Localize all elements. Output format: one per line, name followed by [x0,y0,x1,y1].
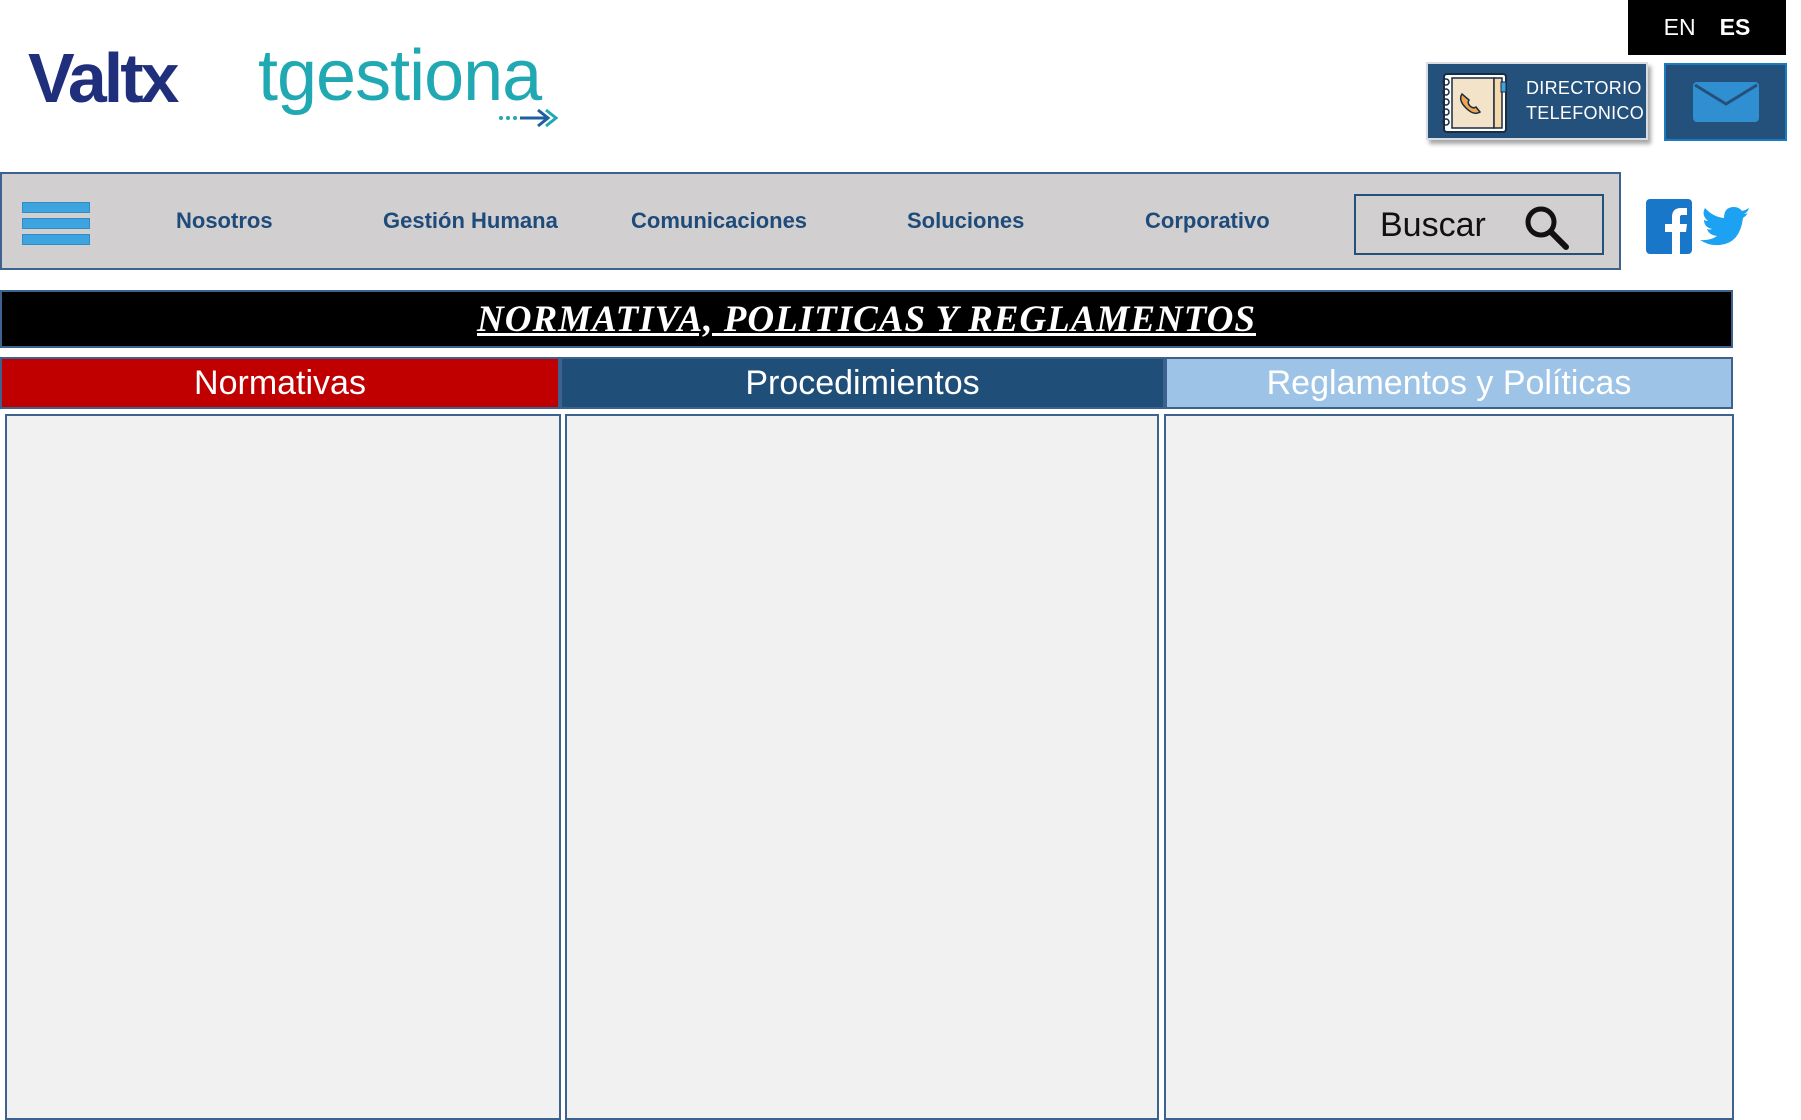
tab-normativas[interactable]: Normativas [0,357,560,409]
reglamentos-panel [1164,414,1734,1120]
search-label: Buscar [1380,206,1486,244]
nav-item-soluciones[interactable]: Soluciones [907,208,1024,234]
mail-button[interactable] [1664,63,1787,141]
nav-item-comunicaciones[interactable]: Comunicaciones [631,208,807,234]
page-title-banner: NORMATIVA, POLITICAS Y REGLAMENTOS [0,290,1733,348]
hamburger-menu-icon[interactable] [22,202,92,248]
tab-reglamentos-politicas[interactable]: Reglamentos y Políticas [1165,357,1733,409]
nav-item-gestion-humana[interactable]: Gestión Humana [383,208,558,234]
main-nav-bar: Nosotros Gestión Humana Comunicaciones S… [0,172,1621,270]
page-title: NORMATIVA, POLITICAS Y REGLAMENTOS [477,298,1256,340]
search-input[interactable]: Buscar [1354,194,1604,255]
phone-directory-button[interactable]: DIRECTORIO TELEFONICO [1426,62,1648,140]
directory-label-line1: DIRECTORIO [1526,78,1642,98]
directory-label-line2: TELEFONICO [1526,103,1645,123]
nav-item-corporativo[interactable]: Corporativo [1145,208,1270,234]
valtx-logo: Valtx [28,39,179,117]
procedimientos-panel [565,414,1159,1120]
tgestiona-arrow-icon [499,108,559,128]
tab-procedimientos[interactable]: Procedimientos [560,357,1165,409]
phone-book-icon [1442,73,1507,133]
search-icon[interactable] [1522,203,1570,251]
mail-icon [1692,82,1759,122]
normativas-panel [5,414,561,1120]
language-switcher: EN ES [1628,0,1786,55]
nav-item-nosotros[interactable]: Nosotros [176,208,273,234]
lang-en-button[interactable]: EN [1664,14,1696,41]
twitter-icon[interactable] [1700,207,1750,249]
lang-es-button[interactable]: ES [1720,14,1751,41]
facebook-icon[interactable] [1646,199,1692,254]
